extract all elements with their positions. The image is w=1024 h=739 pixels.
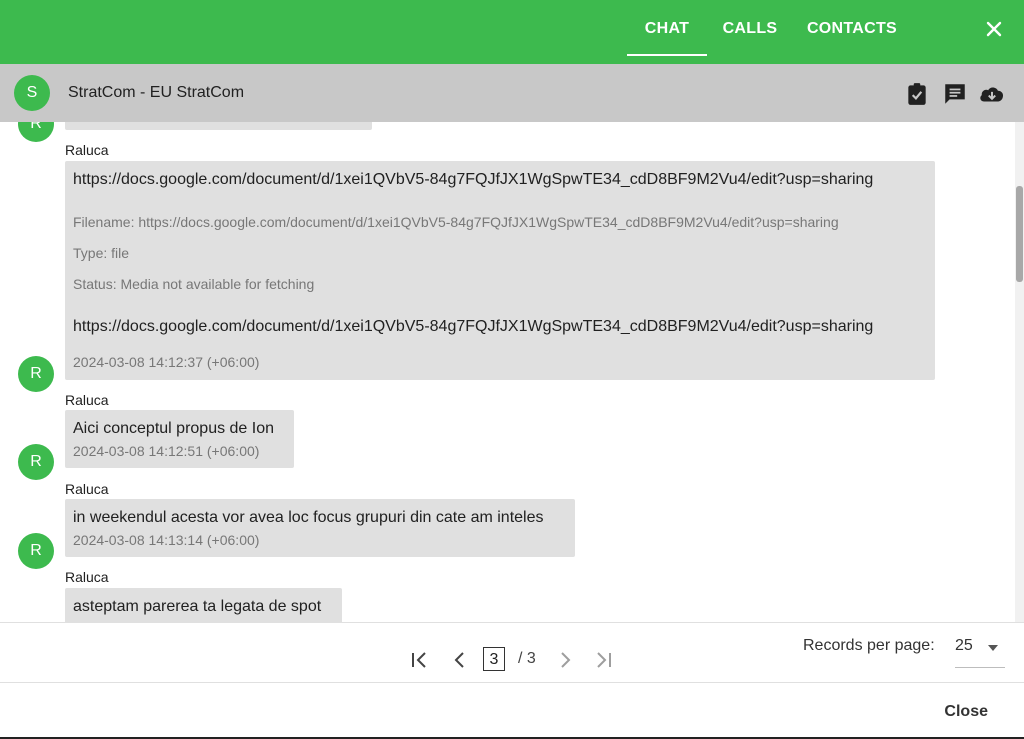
message-sender: Raluca (65, 569, 109, 585)
conversation-header: S StratCom - EU StratCom (0, 64, 1024, 122)
avatar: R (18, 533, 54, 569)
message-bubble: in weekendul acesta vor avea loc focus g… (65, 499, 575, 557)
message-link[interactable]: https://docs.google.com/document/d/1xei1… (73, 318, 873, 336)
comment-icon[interactable] (942, 81, 968, 107)
conversation-title: StratCom - EU StratCom (68, 84, 245, 101)
cloud-download-icon[interactable] (978, 81, 1006, 107)
message-sender: Raluca (65, 392, 109, 408)
pagination-bar: 3 / 3 Records per page: 25 (0, 622, 1024, 683)
avatar: R (18, 444, 54, 480)
page-total: / 3 (518, 650, 536, 667)
message-bubble: https://docs.google.com/document/d/1xei1… (65, 161, 935, 380)
message-sender: Raluca (65, 481, 109, 497)
dialog-footer: Close (0, 682, 1024, 738)
close-icon[interactable] (982, 17, 1006, 41)
top-bar: CHAT CALLS CONTACTS (0, 0, 1024, 64)
avatar: R (18, 356, 54, 392)
attachment-filename: Filename: https://docs.google.com/docume… (73, 214, 839, 230)
scrollbar-thumb[interactable] (1016, 186, 1023, 282)
attachment-status: Status: Media not available for fetching (73, 276, 315, 292)
avatar: R (18, 122, 54, 142)
next-page-icon[interactable] (554, 649, 576, 671)
previous-page-icon[interactable] (449, 649, 471, 671)
avatar: S (14, 75, 50, 111)
records-per-page-label: Records per page: (803, 637, 935, 654)
message-bubble: Aici conceptul propus de Ion 2024-03-08 … (65, 410, 294, 468)
tab-chat[interactable]: CHAT (627, 0, 707, 56)
attachment-type: Type: file (73, 245, 130, 261)
chat-messages[interactable]: R Raluca https://docs.google.com/documen… (0, 122, 1015, 622)
message-text: asteptam parerea ta legata de spot (73, 598, 322, 615)
clipboard-check-icon[interactable] (904, 81, 930, 107)
last-page-icon[interactable] (592, 649, 614, 671)
message-sender: Raluca (65, 142, 109, 158)
caret-down-icon (988, 645, 998, 651)
records-per-page-value: 25 (955, 637, 973, 654)
message-timestamp: 2024-03-08 14:12:51 (+06:00) (73, 443, 260, 459)
message-text: Aici conceptul propus de Ion (73, 420, 275, 437)
message-bubble (65, 122, 372, 130)
records-per-page-select[interactable]: 25 (955, 631, 1005, 668)
message-text: in weekendul acesta vor avea loc focus g… (73, 509, 544, 526)
first-page-icon[interactable] (409, 649, 431, 671)
message-timestamp: 2024-03-08 14:13:14 (+06:00) (73, 532, 260, 548)
chat-scrollbar[interactable] (1015, 122, 1024, 622)
message-link[interactable]: https://docs.google.com/document/d/1xei1… (73, 171, 873, 189)
page-number-input[interactable]: 3 (483, 647, 505, 671)
message-timestamp: 2024-03-08 14:12:37 (+06:00) (73, 354, 260, 370)
tab-calls[interactable]: CALLS (718, 0, 782, 58)
close-button[interactable]: Close (944, 703, 988, 721)
message-bubble: asteptam parerea ta legata de spot (65, 588, 342, 622)
tab-contacts[interactable]: CONTACTS (804, 0, 900, 58)
